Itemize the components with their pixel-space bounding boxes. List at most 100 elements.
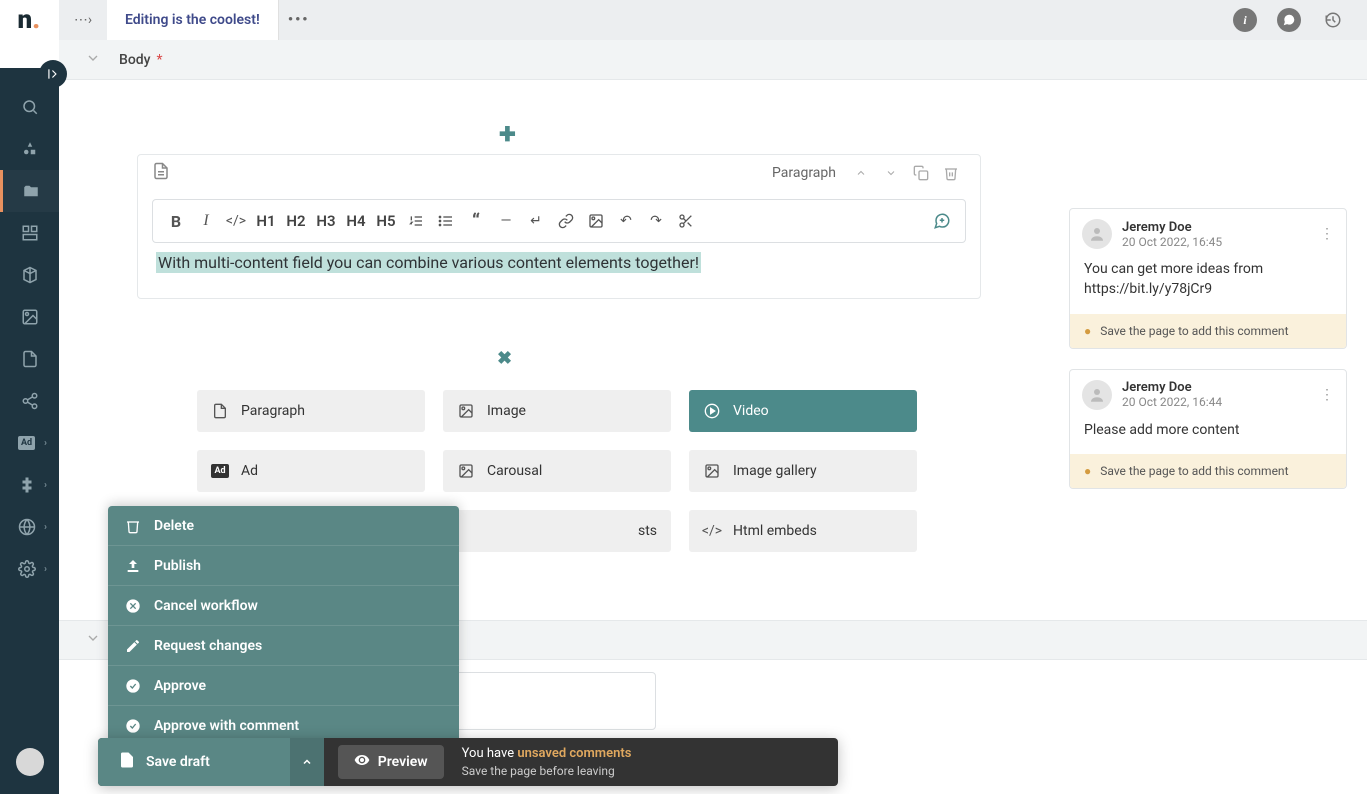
- current-tab[interactable]: Editing is the coolest!: [107, 0, 279, 40]
- block-header: Paragraph: [138, 155, 980, 191]
- history-icon[interactable]: [1321, 8, 1345, 32]
- file-icon[interactable]: [0, 338, 59, 380]
- folder-icon[interactable]: [0, 170, 59, 212]
- h4-button[interactable]: H4: [341, 206, 371, 236]
- delete-icon[interactable]: [940, 165, 962, 181]
- add-block-button[interactable]: ✚: [499, 122, 516, 146]
- save-actions-menu: Delete Publish Cancel workflow Request c…: [108, 506, 459, 746]
- h2-button[interactable]: H2: [281, 206, 311, 236]
- undo-button[interactable]: ↶: [611, 206, 641, 236]
- edit-icon: [124, 638, 142, 654]
- hr-button[interactable]: —: [491, 206, 521, 236]
- type-sts[interactable]: sts: [443, 510, 671, 552]
- search-icon[interactable]: [0, 86, 59, 128]
- comment-warning: ●Save the page to add this comment: [1070, 314, 1346, 348]
- save-menu-toggle[interactable]: [290, 738, 324, 786]
- h5-button[interactable]: H5: [371, 206, 401, 236]
- add-comment-button[interactable]: [927, 206, 957, 236]
- linebreak-button[interactable]: ↵: [521, 206, 551, 236]
- preview-button[interactable]: Preview: [338, 745, 444, 779]
- unsaved-sub: Save the page before leaving: [462, 763, 632, 779]
- share-icon[interactable]: [0, 380, 59, 422]
- action-request-changes[interactable]: Request changes: [108, 626, 459, 666]
- new-tab-button[interactable]: •••: [279, 12, 319, 28]
- bold-button[interactable]: B: [161, 206, 191, 236]
- action-label: Approve with comment: [154, 718, 299, 734]
- code-icon: </>: [703, 522, 721, 540]
- close-insert-button[interactable]: ✖: [497, 348, 512, 369]
- tab-history-icon[interactable]: ⋯›: [69, 6, 97, 34]
- h3-button[interactable]: H3: [311, 206, 341, 236]
- comment-body: You can get more ideas from https://bit.…: [1070, 253, 1346, 314]
- cut-button[interactable]: [671, 206, 701, 236]
- modules-icon[interactable]: [0, 254, 59, 296]
- action-label: Request changes: [154, 638, 262, 654]
- highlighted-text: With multi-content field you can combine…: [156, 252, 701, 273]
- warning-icon: ●: [1084, 324, 1091, 338]
- type-image[interactable]: Image: [443, 390, 671, 432]
- comment-more-icon[interactable]: ⋮: [1320, 387, 1334, 403]
- sidebar: Ad› › › ›: [0, 68, 59, 794]
- ordered-list-button[interactable]: [401, 206, 431, 236]
- type-video[interactable]: Video: [689, 390, 917, 432]
- plugin-icon[interactable]: ›: [0, 464, 59, 506]
- image-icon[interactable]: [0, 296, 59, 338]
- unordered-list-button[interactable]: [431, 206, 461, 236]
- layout-icon[interactable]: [0, 212, 59, 254]
- action-label: Approve: [154, 678, 206, 694]
- redo-button[interactable]: ↷: [641, 206, 671, 236]
- type-label: Video: [733, 403, 769, 419]
- type-ad[interactable]: Ad Ad: [197, 450, 425, 492]
- ad-icon: Ad: [211, 462, 229, 480]
- ad-icon[interactable]: Ad›: [0, 422, 59, 464]
- type-html-embeds[interactable]: </> Html embeds: [689, 510, 917, 552]
- info-icon[interactable]: i: [1233, 8, 1257, 32]
- type-carousal[interactable]: Carousal: [443, 450, 671, 492]
- type-label: Image gallery: [733, 463, 817, 479]
- settings-icon[interactable]: ›: [0, 548, 59, 590]
- rich-text-toolbar: B I </> H1 H2 H3 H4 H5 “ — ↵ ↶ ↷: [152, 199, 966, 243]
- action-publish[interactable]: Publish: [108, 546, 459, 586]
- copy-icon[interactable]: [910, 165, 932, 181]
- action-approve[interactable]: Approve: [108, 666, 459, 706]
- comment-more-icon[interactable]: ⋮: [1320, 226, 1334, 242]
- comment-date: 20 Oct 2022, 16:44: [1122, 395, 1222, 409]
- comment-body: Please add more content: [1070, 414, 1346, 454]
- save-draft-button[interactable]: Save draft: [118, 738, 290, 786]
- type-label: Image: [487, 403, 526, 419]
- bottom-action-bar: Save draft Preview You have unsaved comm…: [98, 738, 838, 786]
- shapes-icon[interactable]: [0, 128, 59, 170]
- comment-warning: ●Save the page to add this comment: [1070, 454, 1346, 488]
- user-avatar[interactable]: [16, 748, 44, 776]
- avatar: [1082, 380, 1112, 410]
- comments-icon[interactable]: [1277, 8, 1301, 32]
- action-cancel-workflow[interactable]: Cancel workflow: [108, 586, 459, 626]
- comment-user: Jeremy Doe: [1122, 380, 1222, 395]
- type-image-gallery[interactable]: Image gallery: [689, 450, 917, 492]
- eye-icon: [354, 752, 370, 772]
- code-button[interactable]: </>: [221, 206, 251, 236]
- sidebar-expand-toggle[interactable]: [39, 60, 67, 88]
- italic-button[interactable]: I: [191, 206, 221, 236]
- trash-icon: [124, 518, 142, 534]
- quote-button[interactable]: “: [461, 206, 491, 236]
- action-label: Publish: [154, 558, 201, 574]
- h1-button[interactable]: H1: [251, 206, 281, 236]
- action-label: Delete: [154, 518, 194, 534]
- type-paragraph[interactable]: Paragraph: [197, 390, 425, 432]
- image-icon: [457, 402, 475, 420]
- block-content[interactable]: With multi-content field you can combine…: [156, 253, 962, 272]
- link-button[interactable]: [551, 206, 581, 236]
- action-delete[interactable]: Delete: [108, 506, 459, 546]
- type-label: Html embeds: [733, 523, 817, 539]
- check-icon: [124, 678, 142, 694]
- move-down-icon[interactable]: [880, 167, 902, 179]
- chevron-down-icon[interactable]: [85, 50, 101, 70]
- chevron-down-icon[interactable]: [85, 630, 101, 650]
- globe-icon[interactable]: ›: [0, 506, 59, 548]
- upload-icon: [124, 558, 142, 574]
- insert-image-button[interactable]: [581, 206, 611, 236]
- image-icon: [457, 462, 475, 480]
- type-label: Ad: [241, 463, 258, 479]
- move-up-icon[interactable]: [850, 167, 872, 179]
